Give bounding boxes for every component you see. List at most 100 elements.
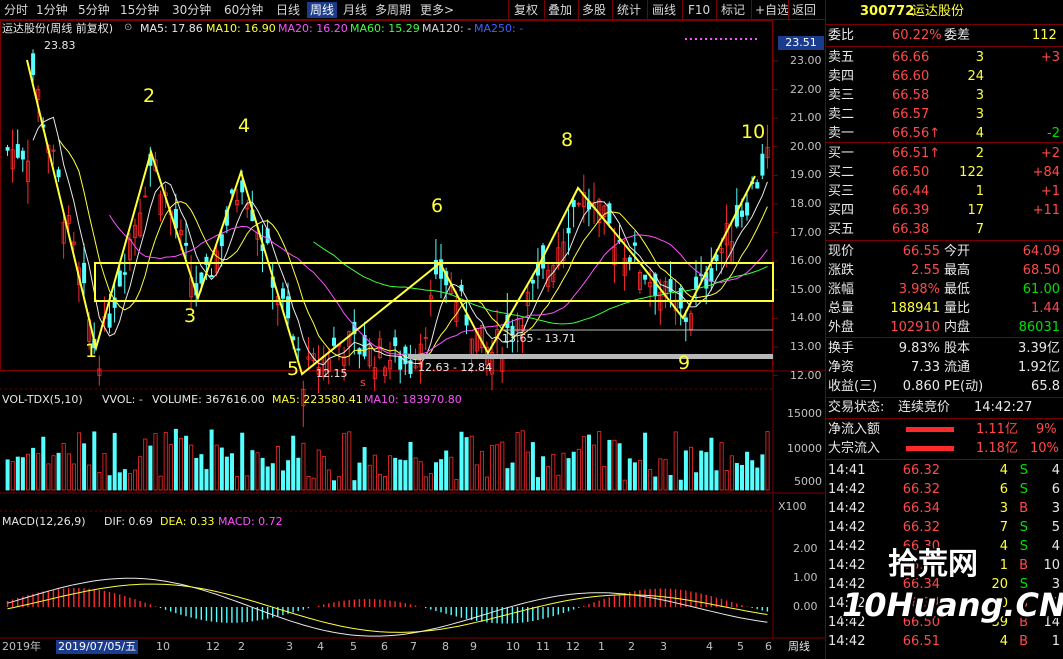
- period-tab-5min[interactable]: 5分钟: [78, 2, 110, 18]
- period-tab-60min[interactable]: 60分钟: [224, 2, 263, 18]
- volume-bar: [357, 462, 362, 491]
- sell-level-price: 66.66: [892, 50, 930, 65]
- stat-label: 流通: [944, 360, 971, 375]
- period-tab-15min[interactable]: 15分钟: [120, 2, 159, 18]
- ma60-label: MA60: 15.29: [350, 22, 420, 35]
- volume-bar: [505, 468, 510, 491]
- wave-label-2: 2: [143, 85, 156, 107]
- volume-bar: [719, 442, 724, 491]
- volume-bar: [597, 431, 602, 491]
- tick-volume: 7: [999, 520, 1008, 535]
- month-tick-label: 4: [706, 640, 713, 653]
- buy-level-row: 买三 66.44 1 +1: [826, 182, 1063, 201]
- candle-body: [31, 53, 36, 75]
- tick-direction: B: [1019, 634, 1028, 649]
- buy-level-volume: 7: [975, 222, 984, 237]
- ma5-line: [32, 116, 768, 366]
- volume-bar: [214, 444, 219, 491]
- volume-bar: [464, 437, 469, 491]
- tick-time: 14:41: [828, 463, 866, 478]
- volume-bar: [87, 464, 92, 491]
- mark-button[interactable]: 标记: [721, 2, 745, 18]
- net-inflow-value: 1.11亿: [976, 422, 1018, 437]
- sell-level-change: -2: [1047, 126, 1060, 141]
- toolbar-divider: [508, 0, 509, 20]
- chart-canvas[interactable]: [0, 20, 825, 659]
- candle-body: [209, 275, 214, 278]
- toolbar-divider: [578, 0, 579, 20]
- candle-body: [571, 200, 576, 207]
- volume-bar: [668, 475, 673, 491]
- period-tab-30min[interactable]: 30分钟: [172, 2, 211, 18]
- stat-label: PE(动): [944, 379, 984, 394]
- sell-level-row: 卖三 66.58 3: [826, 86, 1063, 105]
- price-tick-label: 22.00: [790, 82, 822, 96]
- signal-s-mark: s: [360, 376, 366, 389]
- volume-bar: [566, 458, 571, 491]
- sell-level-label: 卖二: [828, 107, 855, 122]
- draw-line-button[interactable]: 画线: [652, 2, 676, 18]
- buy-level-label: 买三: [828, 184, 855, 199]
- statistics-button[interactable]: 统计: [617, 2, 641, 18]
- net-inflow-label: 净流入额: [828, 422, 881, 437]
- add-watchlist-button[interactable]: +自选: [755, 2, 789, 18]
- volume-bar: [250, 450, 255, 491]
- f10-button[interactable]: F10: [688, 2, 710, 18]
- volume-bar: [347, 431, 352, 491]
- stat-value: 9.83%: [898, 341, 940, 356]
- back-button[interactable]: 返回: [792, 2, 816, 18]
- buy-level-volume: 1: [975, 184, 984, 199]
- restore-rights-button[interactable]: 复权: [514, 2, 538, 18]
- stat-value: 0.860: [902, 379, 940, 394]
- period-tab-multi[interactable]: 多周期: [375, 2, 411, 18]
- wave-label-5: 5: [287, 358, 300, 380]
- volume-bar: [525, 451, 530, 491]
- vol-ma10-label: MA10: 183970.80: [364, 393, 462, 406]
- volume-bar: [765, 431, 770, 491]
- volume-bar: [714, 470, 719, 491]
- sell-level-price: 66.60: [892, 69, 930, 84]
- vol-tick-10000: 10000: [787, 442, 822, 455]
- volume-bar: [240, 432, 245, 491]
- tick-count: 5: [1051, 520, 1060, 535]
- period-tab-weekly[interactable]: 周线: [307, 2, 338, 18]
- volume-bar: [66, 453, 71, 491]
- period-tab-1min[interactable]: 1分钟: [36, 2, 68, 18]
- overlay-button[interactable]: 叠加: [548, 2, 572, 18]
- kline-chart-area[interactable]: 运达股份(周线 前复权) ⊙ MA5: 17.86 MA10: 16.90 MA…: [0, 20, 825, 659]
- price-tick-label: 12.00: [790, 368, 822, 382]
- ma20-label: MA20: 16.20: [278, 22, 348, 35]
- candle-body: [709, 268, 714, 282]
- volume-bar: [403, 460, 408, 491]
- chevron-down-icon[interactable]: ⊙: [124, 21, 132, 35]
- multi-stock-button[interactable]: 多股: [582, 2, 606, 18]
- xaxis-period[interactable]: 周线: [788, 640, 810, 654]
- candle-body: [296, 348, 301, 351]
- price-tick-label: 15.00: [790, 282, 822, 296]
- candle-body: [117, 270, 122, 287]
- volume-bar: [750, 460, 755, 491]
- buy-level-change: +84: [1032, 165, 1060, 180]
- candle-body: [643, 274, 648, 280]
- period-tab-daily[interactable]: 日线: [276, 2, 300, 18]
- quote-stat-row: 涨跌 2.55 最高 68.50: [826, 261, 1063, 280]
- period-tab-intraday[interactable]: 分时: [4, 2, 28, 18]
- period-tab-more[interactable]: 更多>: [420, 2, 454, 18]
- stat-label: 内盘: [944, 320, 971, 335]
- candle-body: [56, 169, 61, 178]
- volume-bar: [275, 446, 280, 491]
- period-tab-monthly[interactable]: 月线: [343, 2, 367, 18]
- buy-level-price: 66.44: [892, 184, 930, 199]
- volume-bar: [127, 473, 132, 491]
- sell-level-row: 卖四 66.60 24: [826, 67, 1063, 86]
- stock-header: 300772 运达股份: [826, 2, 1063, 22]
- low-price-mark: 12.15: [316, 367, 348, 380]
- tick-volume: 4: [999, 634, 1008, 649]
- volume-bar: [576, 448, 581, 491]
- volume-bar: [189, 444, 194, 491]
- candle-body: [530, 279, 535, 284]
- price-tick-label: 23.00: [790, 54, 822, 67]
- volume-bar: [51, 455, 56, 491]
- volume-bar: [551, 453, 556, 491]
- volume-bar: [689, 446, 694, 491]
